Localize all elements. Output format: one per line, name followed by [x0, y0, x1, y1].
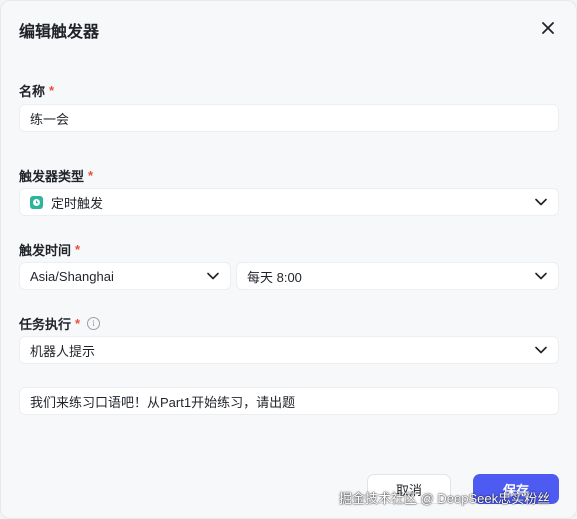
prompt-input[interactable]: 我们来练习口语吧！从Part1开始练习，请出题	[19, 387, 559, 415]
timezone-select[interactable]: Asia/Shanghai	[19, 262, 231, 290]
required-mark: *	[49, 83, 55, 98]
task-select[interactable]: 机器人提示	[19, 336, 559, 364]
watermark: 掘金技术社区 @ DeepSeek忠实粉丝	[339, 491, 551, 506]
name-input[interactable]: 练一会	[19, 104, 559, 132]
schedule-select[interactable]: 每天 8:00	[236, 262, 559, 290]
prompt-value: 我们来练习口语吧！从Part1开始练习，请出题	[30, 394, 296, 410]
required-mark: *	[75, 316, 81, 331]
timezone-value: Asia/Shanghai	[30, 268, 114, 284]
info-icon[interactable]: i	[87, 317, 101, 330]
clock-icon	[30, 195, 43, 209]
task-value: 机器人提示	[30, 343, 96, 359]
trigger-type-label-text: 触发器类型	[19, 169, 85, 184]
chevron-down-icon	[534, 195, 548, 209]
name-input-value: 练一会	[30, 111, 70, 127]
required-mark: *	[88, 168, 94, 183]
chevron-down-icon	[534, 269, 548, 283]
trigger-type-value: 定时触发	[51, 195, 104, 211]
schedule-value: 每天 8:00	[247, 269, 302, 285]
close-icon	[542, 22, 554, 34]
trigger-type-label: 触发器类型 *	[19, 166, 93, 185]
name-label-text: 名称	[19, 84, 46, 99]
trigger-type-select[interactable]: 定时触发	[19, 188, 559, 216]
task-label: 任务执行 * i	[19, 314, 101, 333]
trigger-time-label: 触发时间 *	[19, 240, 80, 259]
trigger-time-label-text: 触发时间	[19, 243, 72, 258]
name-label: 名称 *	[19, 81, 54, 100]
task-label-text: 任务执行	[19, 317, 72, 332]
required-mark: *	[75, 242, 81, 257]
edit-trigger-dialog: 编辑触发器 名称 * 练一会 触发器类型 * 定时触发 触发时间 * Asia/…	[0, 0, 577, 519]
close-button[interactable]	[537, 17, 559, 39]
chevron-down-icon	[206, 269, 220, 283]
dialog-title: 编辑触发器	[19, 24, 100, 41]
chevron-down-icon	[534, 343, 548, 357]
